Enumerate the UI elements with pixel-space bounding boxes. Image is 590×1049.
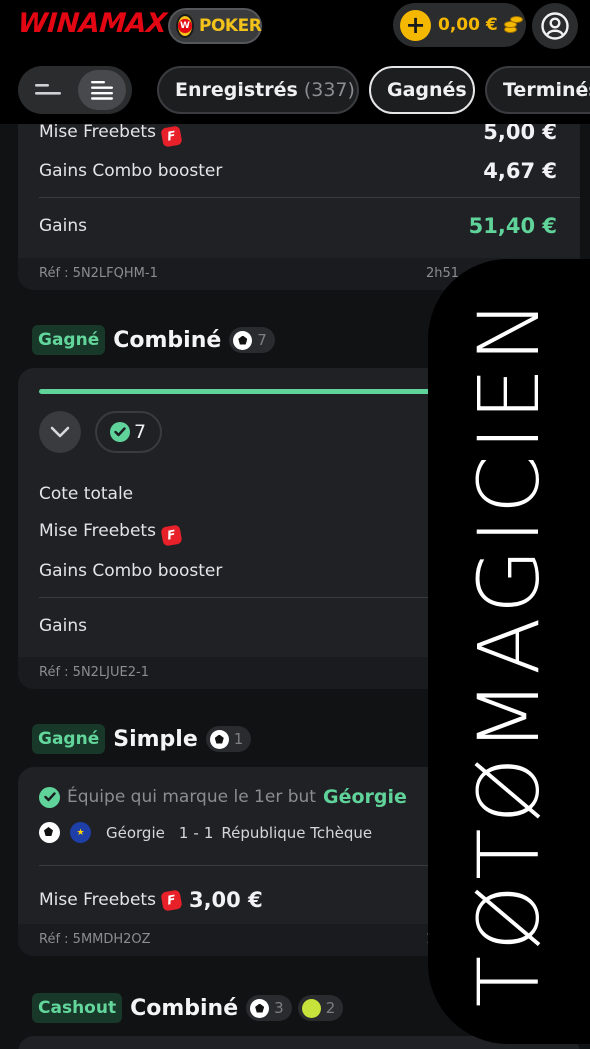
row-value: 5,00 € [483, 124, 557, 144]
check-icon [110, 422, 130, 442]
bet-header: Cashout Combiné 3 2 [32, 993, 344, 1023]
user-icon [541, 12, 569, 40]
status-badge: Gagné [32, 724, 106, 754]
home-score: 1 [178, 823, 189, 842]
top-bar: WINAMAX W POKER + 0,00 € [0, 0, 590, 54]
row-label: Mise Freebets [39, 124, 156, 142]
bet-reference: Réf : 5N2LFQHM-1 [39, 266, 158, 281]
coins-icon [502, 16, 524, 34]
row-value: 4,67 € [483, 159, 557, 183]
bet-type: Simple [113, 726, 198, 752]
watermark-text: TØTØMAGICIEN [460, 294, 558, 1008]
euro-competition-icon: ★ [70, 822, 91, 843]
freebet-icon: F [160, 888, 183, 912]
poker-label: POKER [199, 16, 262, 36]
tennis-ball-icon [301, 998, 321, 1018]
account-button[interactable] [532, 3, 578, 49]
poker-button[interactable]: W POKER [168, 8, 262, 44]
legs-won-count: 7 [134, 421, 147, 443]
sport-count: 3 [274, 999, 284, 1017]
bet-reference: Réf : 5N2LJUE2-1 [39, 665, 149, 680]
football-icon [209, 729, 229, 749]
bet-reference: Réf : 5MMDH2OZ [39, 932, 151, 947]
tab-label: Enregistrés [175, 79, 298, 101]
row-label: Gains [39, 616, 87, 636]
expand-button[interactable] [39, 411, 81, 453]
row-label: Cote totale [39, 484, 134, 504]
bet-row: Gains Combo booster 4,67 € [39, 159, 559, 183]
detailed-list-icon [91, 81, 113, 100]
tab-termines[interactable]: Terminés [485, 66, 590, 114]
tab-count: (337) [303, 79, 355, 101]
selection-line: Équipe qui marque le 1er but Géorgie [39, 786, 407, 808]
tab-label: Gagnés [387, 79, 467, 101]
row-label: Gains Combo booster [39, 161, 223, 181]
stake-value: 3,00 € [188, 888, 263, 912]
status-badge: Cashout [32, 993, 123, 1023]
selection-market: Équipe qui marque le 1er but [67, 787, 316, 807]
home-team: Géorgie [106, 823, 165, 842]
row-label: Gains [39, 216, 87, 236]
bet-header: Gagné Simple 1 [32, 724, 252, 754]
poker-coin-mark: W [178, 19, 192, 33]
football-icon [250, 998, 270, 1018]
divider [39, 197, 580, 198]
legs-won-pill: 7 [95, 411, 162, 453]
selection-pick: Géorgie [322, 786, 407, 808]
bet-type: Combiné [130, 995, 239, 1021]
sport-chip: 1 [205, 726, 252, 752]
sport-count: 2 [325, 999, 336, 1017]
compact-view-button[interactable] [24, 70, 72, 110]
compact-list-icon [35, 84, 61, 95]
sport-chip: 7 [229, 327, 275, 353]
status-badge: Gagné [32, 325, 106, 355]
score-separator: - [193, 823, 199, 842]
sport-count: 1 [233, 730, 244, 748]
balance-value: 0,00 € [438, 15, 498, 35]
plus-icon[interactable]: + [400, 9, 431, 41]
bet-row: Gains 51,40 € [39, 214, 559, 238]
tab-label: Terminés [503, 79, 590, 101]
football-icon [39, 822, 60, 843]
balance-button[interactable]: + 0,00 € [393, 3, 526, 47]
check-icon [39, 786, 60, 808]
tab-enregistres[interactable]: Enregistrés (337) [157, 66, 359, 114]
bet-type: Combiné [113, 327, 222, 353]
football-icon [233, 330, 253, 350]
sport-chip: 2 [297, 995, 344, 1021]
away-team: République Tchèque [221, 823, 373, 842]
freebet-icon: F [160, 524, 183, 547]
poker-coin-icon: W [176, 14, 194, 38]
chevron-down-icon [50, 426, 70, 438]
row-label: Mise Freebets [39, 890, 156, 910]
detailed-view-button[interactable] [78, 70, 126, 110]
sport-count: 7 [257, 331, 267, 349]
row-label: Mise Freebets [39, 521, 156, 541]
bet-header: Gagné Combiné 7 [32, 325, 275, 355]
tab-gagnes[interactable]: Gagnés [369, 66, 475, 114]
match-line: ★ Géorgie 1 - 1 République Tchèque [39, 822, 372, 843]
freebet-icon: F [160, 125, 183, 148]
row-label: Gains Combo booster [39, 561, 223, 581]
filter-bar: Enregistrés (337) Gagnés Terminés [0, 54, 590, 124]
view-toggle [18, 66, 132, 114]
sport-chip: 3 [246, 995, 292, 1021]
away-score: 1 [203, 823, 214, 842]
winamax-logo[interactable]: WINAMAX [17, 8, 168, 39]
bet-row: Mise Freebets F 5,00 € [39, 124, 559, 148]
watermark: TØTØMAGICIEN [428, 259, 590, 1044]
winnings-value: 51,40 € [468, 214, 557, 238]
